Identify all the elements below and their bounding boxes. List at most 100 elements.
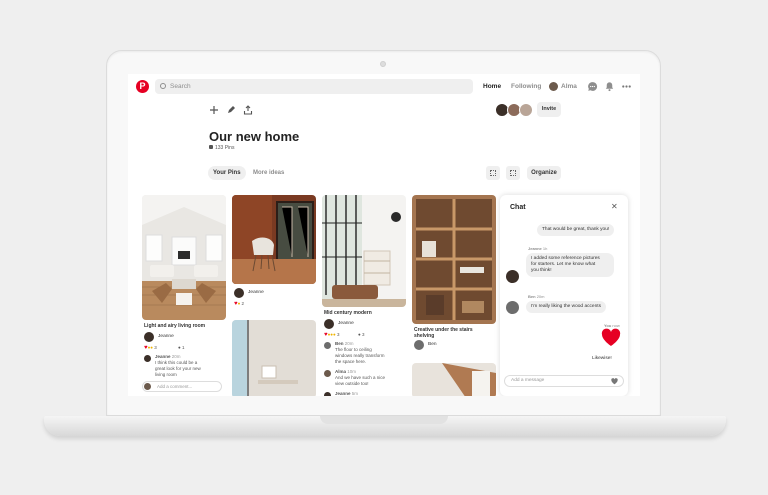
share-icon[interactable] — [243, 105, 253, 115]
close-icon[interactable]: ✕ — [611, 202, 618, 211]
comment-count[interactable]: ● 3 — [358, 332, 365, 338]
pin-user[interactable]: Jeanne — [338, 321, 354, 326]
message-placeholder: Add a message — [511, 378, 545, 383]
avatar[interactable] — [549, 82, 558, 91]
view-grid-small-button[interactable] — [486, 166, 500, 180]
view-grid-large-button[interactable] — [506, 166, 520, 180]
comment-time: 20m — [344, 341, 354, 346]
pin-caption[interactable]: Mid century modern — [324, 310, 372, 316]
edit-icon[interactable] — [226, 105, 236, 115]
pin-user[interactable]: Jeanne — [248, 290, 264, 295]
avatar[interactable] — [234, 288, 244, 298]
avatar — [506, 301, 519, 314]
pin-caption[interactable]: Creative under the stairs shelving — [414, 327, 473, 339]
organize-button[interactable]: Organize — [527, 166, 561, 180]
chat-text: for starters. Let me know what — [531, 262, 596, 267]
reaction-count: 3 — [336, 332, 340, 337]
laptop-camera — [380, 61, 386, 67]
comment: Jeanne 5m — [335, 391, 358, 396]
shelving-photo — [412, 195, 496, 324]
comment-text: view outside too! — [335, 381, 369, 386]
reaction-count: 3 — [154, 345, 157, 350]
tab-your-pins[interactable]: Your Pins — [208, 166, 246, 180]
comment: Alma 10m And we have such a nice view ou… — [335, 369, 407, 387]
comment-time: 5m — [351, 391, 359, 396]
pin-caption[interactable]: Light and airy living room — [144, 323, 205, 329]
reactions[interactable]: ♥●● 3 — [144, 345, 157, 351]
collaborator-avatar[interactable] — [519, 103, 533, 117]
chat-meta: Jeanne 1h — [528, 246, 547, 251]
reactions[interactable]: ♥● 2 — [234, 301, 244, 307]
window-photo — [412, 363, 496, 396]
comment: Jeanne 20m I think this could be a great… — [155, 354, 225, 378]
nav-following[interactable]: Following — [511, 83, 541, 90]
comment-text: great look for your new — [155, 366, 201, 371]
grid-small-icon — [490, 170, 496, 176]
chat-meta: Ben 20m — [528, 294, 544, 299]
comment-user: Jeanne — [335, 391, 351, 396]
heart-icon — [601, 328, 621, 346]
chat-text: you think! — [531, 268, 552, 273]
comment-user: Jeanne — [155, 354, 171, 359]
avatar[interactable] — [414, 340, 424, 350]
pin-count-label: 133 Pins — [215, 145, 235, 151]
living-room-photo — [142, 195, 226, 320]
pin-image-window[interactable] — [412, 363, 496, 396]
chat-text: I added some reference pictures — [531, 256, 600, 261]
comment-user: Ben — [335, 341, 344, 346]
more-options-icon[interactable] — [621, 81, 632, 92]
chat-time: 1h — [542, 246, 548, 251]
comment-text: The floor to ceiling — [335, 347, 372, 352]
emoji-icon: ●● — [147, 345, 153, 350]
chat-panel: Chat ✕ That would be great, thank you! J… — [500, 195, 628, 396]
nav-home[interactable]: Home — [483, 83, 501, 90]
grid-large-icon — [510, 170, 516, 176]
reaction-count: 2 — [241, 301, 245, 306]
add-comment-input[interactable]: Add a comment... — [142, 381, 222, 392]
avatar[interactable] — [324, 319, 334, 329]
bright-room-photo — [232, 320, 316, 396]
comment: Ben 20m The floor to ceiling windows rea… — [335, 341, 407, 365]
search-placeholder: Search — [170, 83, 191, 90]
reactions[interactable]: ♥●●● 3 — [324, 332, 340, 338]
top-bar: P Search Home Following Alma — [128, 74, 640, 100]
pin-image-shelving[interactable] — [412, 195, 496, 324]
pin-caption-line: shelving — [414, 333, 435, 339]
comment-text: living room — [155, 372, 177, 377]
pin-image-bright-room[interactable] — [232, 320, 316, 396]
pin-count: 133 Pins — [209, 145, 234, 151]
tab-more-ideas[interactable]: More ideas — [248, 166, 289, 180]
comment-text: And we have such a nice — [335, 375, 386, 380]
mid-century-photo — [322, 195, 406, 307]
chat-user: Ben — [528, 294, 536, 299]
message-input[interactable]: Add a message — [504, 375, 624, 387]
pin-user[interactable]: Ben — [428, 342, 437, 347]
comment-count[interactable]: ● 1 — [178, 345, 185, 351]
search-input[interactable]: Search — [155, 79, 473, 94]
chat-user: Jeanne — [528, 246, 542, 251]
page-title: Our new home — [209, 129, 300, 144]
avatar — [506, 270, 519, 283]
pin-image-mid-century[interactable] — [322, 195, 406, 307]
pin-user[interactable]: Jeanne — [158, 334, 174, 339]
messages-icon[interactable] — [587, 81, 598, 92]
pinterest-logo-icon[interactable]: P — [136, 80, 149, 93]
avatar — [144, 355, 151, 362]
search-icon — [160, 83, 166, 89]
comment-user: Alma — [335, 369, 347, 374]
chat-message: Likewise! — [592, 356, 612, 361]
avatar — [324, 370, 331, 377]
pin-image-living-room[interactable] — [142, 195, 226, 320]
avatar[interactable] — [144, 332, 154, 342]
nav-user[interactable]: Alma — [561, 83, 577, 90]
heart-icon[interactable] — [611, 378, 618, 385]
notifications-icon[interactable] — [604, 81, 615, 92]
add-icon[interactable] — [209, 105, 219, 115]
invite-button[interactable]: Invite — [537, 102, 561, 117]
emoji-icon: ● — [237, 301, 241, 306]
chat-time: 20m — [536, 294, 545, 299]
chair-photo — [232, 195, 316, 284]
comment-time: 10m — [347, 369, 357, 374]
laptop-notch — [320, 416, 448, 424]
pin-image-chair[interactable] — [232, 195, 316, 284]
